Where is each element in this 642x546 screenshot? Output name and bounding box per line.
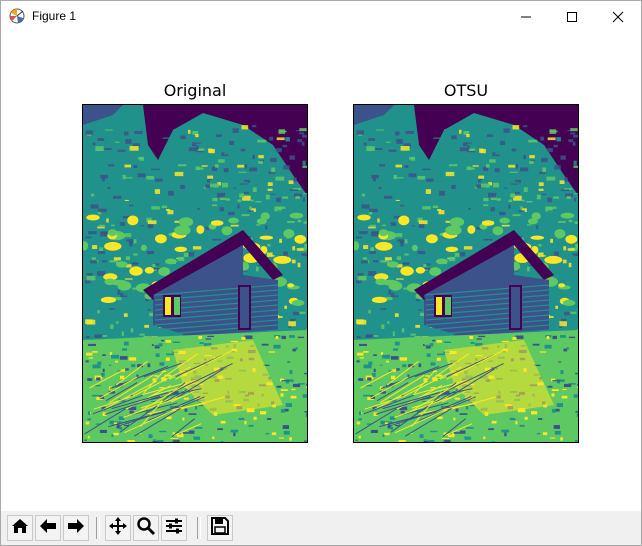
figure-canvas[interactable]: Original OTSU: [1, 32, 641, 511]
magnifier-icon: [136, 516, 156, 540]
axes-otsu-image[interactable]: [353, 104, 579, 443]
axes-title-otsu: OTSU: [443, 81, 489, 100]
arrow-right-icon: [66, 516, 86, 540]
floppy-disk-icon: [210, 516, 230, 540]
pan-button[interactable]: [105, 515, 131, 541]
figure-window: Figure 1 Original OTSU: [0, 0, 642, 546]
matplotlib-figure-icon: [9, 8, 25, 24]
window-title: Figure 1: [32, 9, 77, 23]
axes-title-original: Original: [163, 81, 227, 100]
axes-original-image[interactable]: [82, 104, 308, 443]
toolbar-separator: [96, 517, 100, 539]
zoom-button[interactable]: [133, 515, 159, 541]
close-icon: [612, 11, 624, 23]
configure-subplots-button[interactable]: [161, 515, 187, 541]
arrow-left-icon: [38, 516, 58, 540]
minimize-icon: [520, 11, 532, 23]
navigation-toolbar: [1, 511, 641, 545]
home-icon: [10, 516, 30, 540]
close-button[interactable]: [595, 1, 641, 32]
minimize-button[interactable]: [503, 1, 549, 32]
save-button[interactable]: [207, 515, 233, 541]
move-icon: [108, 516, 128, 540]
maximize-icon: [566, 11, 578, 23]
image-original: [83, 105, 307, 442]
back-button[interactable]: [35, 515, 61, 541]
title-bar[interactable]: Figure 1: [1, 1, 641, 32]
sliders-icon: [164, 516, 184, 540]
home-button[interactable]: [7, 515, 33, 541]
toolbar-separator: [197, 517, 201, 539]
image-otsu: [354, 105, 578, 442]
forward-button[interactable]: [63, 515, 89, 541]
maximize-button[interactable]: [549, 1, 595, 32]
